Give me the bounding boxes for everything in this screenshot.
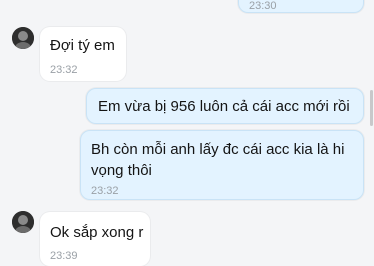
avatar-image	[12, 211, 34, 233]
message-text: Đợi tý em	[50, 37, 115, 54]
message-time: 23:32	[50, 64, 78, 76]
message-bubble-outgoing[interactable]: 23:30	[238, 0, 364, 13]
message-text: Bh còn mỗi anh lấy đc cái acc kia là hi …	[91, 141, 345, 179]
avatar-image	[12, 27, 34, 49]
chat-conversation[interactable]: 23:30 Đợi tý em 23:32 Em vừa bị 956 luôn…	[0, 0, 374, 266]
message-text: Em vừa bị 956 luôn cả cái acc mới rồi	[98, 98, 350, 115]
message-bubble-outgoing[interactable]: Em vừa bị 956 luôn cả cái acc mới rồi	[86, 88, 364, 124]
message-time: 23:30	[249, 0, 277, 12]
scroll-indicator[interactable]	[370, 90, 373, 126]
contact-avatar[interactable]	[12, 211, 34, 233]
message-time: 23:39	[50, 250, 78, 262]
message-bubble-incoming[interactable]: Ok sắp xong r 23:39	[40, 212, 150, 266]
message-bubble-outgoing[interactable]: Bh còn mỗi anh lấy đc cái acc kia là hi …	[80, 130, 364, 200]
message-bubble-incoming[interactable]: Đợi tý em 23:32	[40, 27, 126, 81]
contact-avatar[interactable]	[12, 27, 34, 49]
message-time: 23:32	[91, 185, 119, 197]
message-text: Ok sắp xong r	[50, 224, 144, 241]
